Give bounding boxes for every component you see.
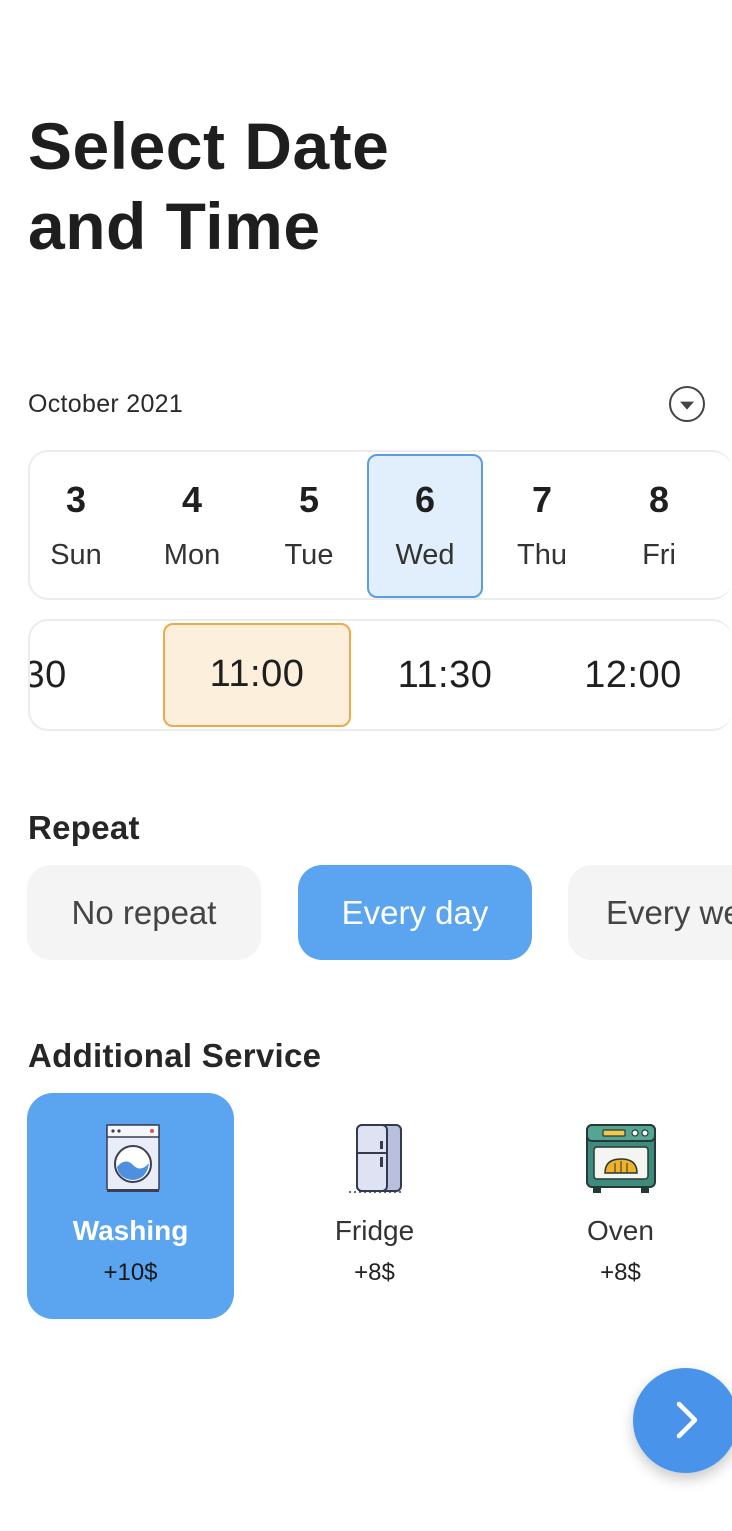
- page-title: Select Date and Time: [28, 106, 389, 266]
- repeat-option-no-repeat[interactable]: No repeat: [27, 865, 261, 960]
- date-strip[interactable]: 3 Sun 4 Mon 5 Tue 6 Wed 7 Thu 8 Fri: [28, 450, 732, 600]
- date-weekday: Fri: [642, 539, 676, 571]
- page-title-line-2: and Time: [28, 189, 321, 263]
- repeat-option-every-week[interactable]: Every week: [568, 865, 732, 960]
- time-strip[interactable]: 10:30 11:00 11:30 12:00: [28, 619, 732, 731]
- time-slot-selected[interactable]: 11:00: [163, 623, 351, 727]
- repeat-option-every-day[interactable]: Every day: [298, 865, 532, 960]
- date-number: 3: [65, 479, 87, 520]
- month-label: October 2021: [28, 390, 184, 418]
- time-slot[interactable]: 12:00: [539, 623, 727, 727]
- service-price: +8$: [354, 1259, 395, 1286]
- date-item[interactable]: 4 Mon: [134, 454, 250, 598]
- date-weekday: Wed: [395, 538, 455, 571]
- date-item[interactable]: 5 Tue: [251, 454, 367, 598]
- oven-icon: [585, 1124, 656, 1193]
- page-title-line-1: Select Date: [28, 109, 390, 183]
- date-number: 4: [181, 479, 203, 520]
- date-item-selected[interactable]: 6 Wed: [367, 454, 483, 598]
- fridge-icon: [348, 1124, 402, 1193]
- service-washing[interactable]: Washing +10$: [27, 1093, 234, 1319]
- washing-machine-icon: [105, 1124, 160, 1192]
- month-selector: October 2021: [28, 386, 708, 422]
- service-oven[interactable]: Oven +8$: [517, 1093, 724, 1319]
- service-options: Washing +10$ Fridge +8$ Oven +8$: [27, 1093, 732, 1319]
- service-price: +8$: [600, 1259, 641, 1286]
- date-item[interactable]: 8 Fri: [601, 454, 717, 598]
- chevron-right-icon: [676, 1401, 698, 1439]
- chevron-down-circle-icon[interactable]: [669, 386, 705, 422]
- next-button[interactable]: [633, 1368, 732, 1473]
- service-fridge[interactable]: Fridge +8$: [271, 1093, 478, 1319]
- date-weekday: Tue: [284, 539, 334, 571]
- date-number: 7: [531, 479, 553, 520]
- repeat-options: No repeat Every day Every week: [27, 865, 732, 960]
- date-number: 5: [298, 479, 320, 520]
- repeat-title: Repeat: [28, 809, 140, 846]
- date-item[interactable]: 3 Sun: [30, 454, 134, 598]
- service-name: Oven: [587, 1215, 654, 1246]
- date-weekday: Sun: [50, 539, 102, 571]
- time-slot[interactable]: 10:30: [30, 623, 112, 727]
- additional-service-title: Additional Service: [28, 1037, 322, 1074]
- date-weekday: Thu: [517, 539, 567, 571]
- date-number: 8: [648, 479, 670, 520]
- date-item[interactable]: 7 Thu: [484, 454, 600, 598]
- date-weekday: Mon: [163, 539, 221, 571]
- service-name: Washing: [72, 1215, 189, 1246]
- date-number: 6: [414, 478, 436, 520]
- service-name: Fridge: [334, 1215, 415, 1246]
- service-price: +10$: [103, 1259, 158, 1286]
- time-slot[interactable]: 11:30: [351, 623, 539, 727]
